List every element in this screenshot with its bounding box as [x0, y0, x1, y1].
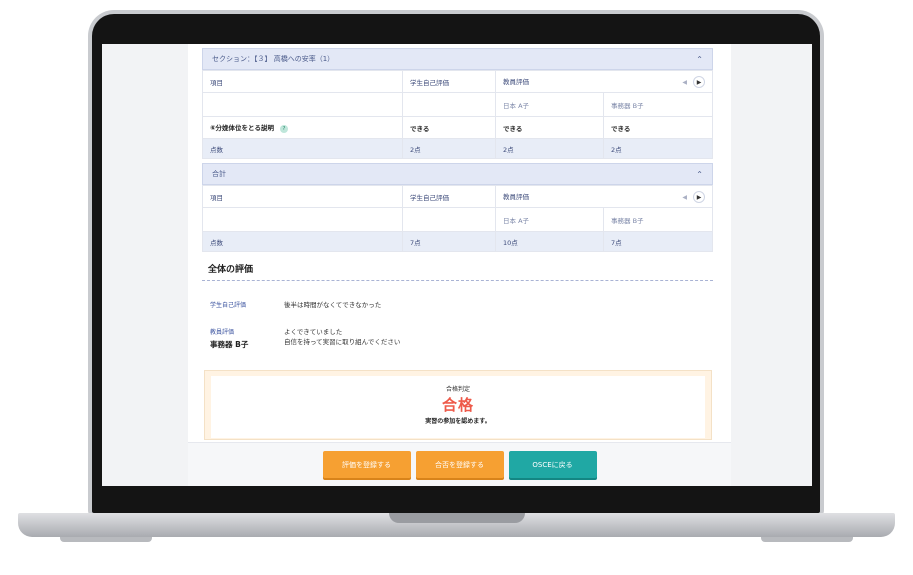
evaluation-content: セクション：【３】 高橋への安率（1） ⌃ 項目 学生自己評価 教員評価 ◀▶	[202, 48, 713, 350]
header-item: 項目	[202, 70, 403, 93]
student-eval-label: 学生自己評価	[210, 302, 247, 309]
item-label: ⑥分娩体位をとる説明?	[202, 116, 403, 139]
screen: セクション：【３】 高橋への安率（1） ⌃ 項目 学生自己評価 教員評価 ◀▶	[102, 44, 812, 486]
score-label: 点数	[202, 138, 403, 159]
header-item: 項目	[202, 185, 403, 208]
header-self-eval: 学生自己評価	[402, 70, 496, 93]
evaluator-name: 事務器 B子	[603, 207, 713, 232]
teacher-eval-comment: よくできていました 自信を持って実習に取り組んでください	[284, 327, 400, 350]
header-self-eval: 学生自己評価	[402, 185, 496, 208]
score-label: 点数	[202, 231, 403, 252]
teacher-comment-line: よくできていました	[284, 328, 343, 336]
header-teacher-eval: 教員評価 ◀ ▶	[495, 185, 713, 208]
score-eval2: 2点	[603, 138, 713, 159]
teacher-comment-line: 自信を持って実習に取り組んでください	[284, 338, 401, 346]
score-self: 7点	[402, 231, 496, 252]
question-icon[interactable]: ?	[280, 125, 289, 133]
evaluator-pager: ◀ ▶	[682, 75, 705, 88]
chevron-up-icon[interactable]: ⌃	[696, 170, 703, 179]
teacher-eval-row: 教員評価 事務器 B子 よくできていました 自信を持って実習に取り組んでください	[202, 327, 713, 350]
triangle-left-icon[interactable]: ◀	[682, 194, 687, 201]
student-eval-row: 学生自己評価 後半は時間がなくてできなかった	[202, 300, 713, 310]
teacher-eval-label: 教員評価	[503, 192, 529, 201]
chevron-up-icon[interactable]: ⌃	[696, 55, 703, 64]
overall-title: 全体の評価	[202, 258, 713, 281]
total-table: 項目 学生自己評価 教員評価 ◀ ▶ 日本 A子 事務器 B子 点数 7点 10…	[202, 185, 713, 252]
back-to-osce-button[interactable]: OSCEに戻る	[508, 451, 597, 478]
section-table: 項目 学生自己評価 教員評価 ◀ ▶ 日本 A子 事務器 B子 ⑥分娩体位をとる…	[202, 70, 713, 159]
action-footer: 評価を登録する 合否を登録する OSCEに戻る	[188, 442, 731, 486]
pass-note: 実習の参加を認めます。	[425, 418, 491, 425]
score-self: 2点	[402, 138, 496, 159]
triangle-right-icon[interactable]: ▶	[693, 75, 705, 88]
evaluator-name: 日本 A子	[495, 207, 604, 232]
total-title: 合計	[212, 170, 226, 178]
triangle-right-icon[interactable]: ▶	[693, 190, 705, 203]
score-eval2: 7点	[603, 231, 713, 252]
evaluator-name: 事務器 B子	[603, 92, 713, 117]
pass-value: 合格	[441, 396, 474, 414]
register-pass-button[interactable]: 合否を登録する	[415, 451, 504, 478]
evaluator-name: 日本 A子	[495, 92, 604, 117]
pass-result-box: 合格判定 合格 実習の参加を認めます。	[204, 370, 712, 440]
score-eval1: 10点	[495, 231, 604, 252]
teacher-eval-label: 教員評価	[503, 77, 529, 86]
teacher-eval-label: 教員評価	[210, 329, 235, 336]
item-eval1-value: できる	[495, 116, 604, 139]
evaluation-page: セクション：【３】 高橋への安率（1） ⌃ 項目 学生自己評価 教員評価 ◀▶	[188, 44, 731, 486]
teacher-eval-block: 教員評価 事務器 B子	[210, 327, 284, 350]
student-eval-comment: 後半は時間がなくてできなかった	[284, 301, 382, 309]
pass-result-inner: 合格判定 合格 実習の参加を認めます。	[211, 376, 705, 438]
section-header[interactable]: セクション：【３】 高橋への安率（1） ⌃	[202, 48, 713, 70]
score-eval1: 2点	[495, 138, 604, 159]
laptop-foot-right	[761, 537, 853, 542]
pass-label: 合格判定	[445, 386, 470, 393]
item-self-value: できる	[402, 116, 496, 139]
register-eval-button[interactable]: 評価を登録する	[322, 451, 411, 478]
total-header[interactable]: 合計 ⌃	[202, 163, 713, 185]
laptop-frame: セクション：【３】 高橋への安率（1） ⌃ 項目 学生自己評価 教員評価 ◀▶	[0, 0, 913, 575]
header-teacher-eval: 教員評価 ◀ ▶	[495, 70, 713, 93]
teacher-name: 事務器 B子	[210, 340, 249, 349]
item-label-text: ⑥分娩体位をとる説明	[210, 124, 275, 132]
laptop-notch	[389, 513, 525, 523]
section-title: セクション：【３】 高橋への安率（1）	[212, 55, 335, 63]
evaluator-pager: ◀ ▶	[682, 190, 705, 203]
triangle-left-icon[interactable]: ◀	[682, 79, 687, 86]
laptop-foot-left	[60, 537, 152, 542]
item-eval2-value: できる	[603, 116, 713, 139]
